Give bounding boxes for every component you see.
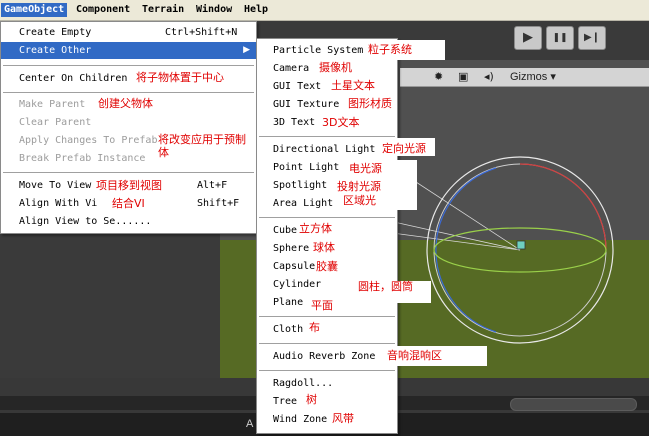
menubar: GameObject Component Terrain Window Help (0, 0, 649, 21)
play-button[interactable]: ▶ (514, 26, 542, 50)
annotation-move-to-view: 项目移到视图 (96, 179, 162, 192)
menu-terrain[interactable]: Terrain (139, 3, 187, 17)
annotation-particle-system: 粒子系统 (368, 43, 412, 56)
shortcut-label: Shift+F (197, 198, 240, 209)
step-icon: ▶❙ (583, 32, 601, 43)
menu-item-label: Point Light (273, 162, 340, 173)
menu-help[interactable]: Help (241, 3, 271, 17)
menu-component[interactable]: Component (73, 3, 133, 17)
shortcut-label: Alt+F (197, 180, 228, 191)
menu-item-tree[interactable]: Tree (257, 393, 397, 410)
menu-item-label: Area Light (273, 198, 334, 209)
search-field[interactable] (510, 398, 637, 411)
gizmos-label: Gizmos (510, 71, 548, 83)
menu-item-label: Tree (273, 396, 298, 407)
annotation-gui-text: 土星文本 (331, 79, 375, 92)
annotation-sphere: 球体 (313, 241, 335, 254)
menu-item-label: Clear Parent (19, 117, 92, 128)
panel-label: A (246, 418, 254, 430)
annotation-3d-text: 3D文本 (322, 116, 360, 129)
menu-item-label: Capsule (273, 261, 316, 272)
menu-item-label: Wind Zone (273, 414, 328, 425)
annotation-area-light: 区域光 (343, 194, 376, 207)
menu-item-label: Directional Light (273, 144, 376, 155)
annotation-make-parent: 创建父物体 (98, 97, 153, 110)
annotation-align-with-view: 结合VI (112, 197, 145, 210)
menu-item-align-view-to-selected[interactable]: Align View to Se...... (1, 213, 256, 230)
annotation-plane: 平面 (311, 299, 333, 312)
menu-item-label: 3D Text (273, 117, 316, 128)
gizmos-dropdown[interactable]: Gizmos ▾ (510, 68, 556, 86)
menu-item-label: Make Parent (19, 99, 86, 110)
menu-item-directional-light[interactable]: Directional Light (257, 141, 397, 158)
menu-item-label: Move To View (19, 180, 92, 191)
menu-item-area-light[interactable]: Area Light (257, 195, 397, 212)
menu-item-label: Break Prefab Instance (19, 153, 146, 164)
menu-item-label: Cube (273, 225, 298, 236)
menu-item-label: Align View to Se...... (19, 216, 152, 227)
menu-item-clear-parent[interactable]: Clear Parent (1, 114, 256, 131)
play-icon: ▶ (523, 30, 533, 45)
annotation-audio-reverb-zone: 音响混响区 (387, 349, 442, 362)
menu-item-audio-reverb-zone[interactable]: Audio Reverb Zone (257, 348, 397, 365)
pause-icon: ❚❚ (552, 33, 568, 43)
menu-item-label: Cylinder (273, 279, 322, 290)
menu-window[interactable]: Window (193, 3, 235, 17)
menu-item-label: Ragdoll... (273, 378, 334, 389)
menu-item-label: Create Empty (19, 27, 92, 38)
menu-item-label: Center On Children (19, 73, 128, 84)
menu-item-label: GUI Texture (273, 99, 340, 110)
annotation-camera: 摄像机 (319, 61, 352, 74)
annotation-backdrop (395, 160, 417, 210)
menu-item-label: Audio Reverb Zone (273, 351, 376, 362)
menu-separator (3, 172, 254, 173)
menu-item-label: Plane (273, 297, 304, 308)
annotation-apply-changes-line1: 将改变应用于预制 (158, 133, 246, 146)
menu-separator (259, 217, 395, 218)
chevron-right-icon: ▶ (243, 45, 250, 55)
annotation-cylinder: 圆柱，圆筒 (358, 280, 413, 293)
menu-item-break-prefab[interactable]: Break Prefab Instance (1, 150, 256, 167)
menu-gameobject[interactable]: GameObject (1, 3, 68, 17)
menu-item-cloth[interactable]: Cloth (257, 321, 397, 338)
menu-item-ragdoll[interactable]: Ragdoll... (257, 375, 397, 392)
scene-toolbar: ✹ ▣ ◂) Gizmos ▾ (400, 68, 649, 87)
menu-separator (3, 92, 254, 93)
menu-separator (259, 343, 395, 344)
menu-item-label: Spotlight (273, 180, 328, 191)
menu-item-wind-zone[interactable]: Wind Zone (257, 411, 397, 428)
annotation-directional-light: 定向光源 (382, 142, 426, 155)
menu-item-label: Cloth (273, 324, 304, 335)
annotation-point-light: 电光源 (349, 162, 382, 175)
annotation-cloth: 布 (309, 321, 320, 334)
menu-separator (3, 65, 254, 66)
menu-item-label: Camera (273, 63, 310, 74)
menu-separator (259, 370, 395, 371)
annotation-cube: 立方体 (299, 222, 332, 235)
annotation-wind-zone: 风带 (332, 412, 354, 425)
menu-item-create-other[interactable]: Create Other ▶ (1, 42, 256, 59)
menu-item-label: Apply Changes To Prefab (19, 135, 158, 146)
annotation-gui-texture: 图形材质 (348, 97, 392, 110)
menu-item-label: Align With Vi (19, 198, 98, 209)
menu-separator (259, 316, 395, 317)
sun-icon[interactable]: ✹ (434, 68, 443, 86)
menu-item-create-empty[interactable]: Create Empty Ctrl+Shift+N (1, 24, 256, 41)
audio-icon[interactable]: ◂) (484, 68, 494, 86)
annotation-apply-changes-line2: 体 (158, 146, 169, 159)
pause-button[interactable]: ❚❚ (546, 26, 574, 50)
menu-item-label: Particle System (273, 45, 364, 56)
image-icon[interactable]: ▣ (458, 68, 468, 86)
chevron-down-icon: ▾ (550, 71, 556, 83)
annotation-tree: 树 (306, 393, 317, 406)
menu-item-label: Create Other (19, 45, 92, 56)
shortcut-label: Ctrl+Shift+N (165, 27, 238, 38)
menu-item-gui-text[interactable]: GUI Text (257, 78, 397, 95)
menu-separator (259, 136, 395, 137)
menu-item-label: GUI Text (273, 81, 322, 92)
menu-item-label: Sphere (273, 243, 310, 254)
step-button[interactable]: ▶❙ (578, 26, 606, 50)
annotation-center-on-children: 将子物体置于中心 (136, 71, 224, 84)
annotation-capsule: 胶囊 (316, 260, 338, 273)
